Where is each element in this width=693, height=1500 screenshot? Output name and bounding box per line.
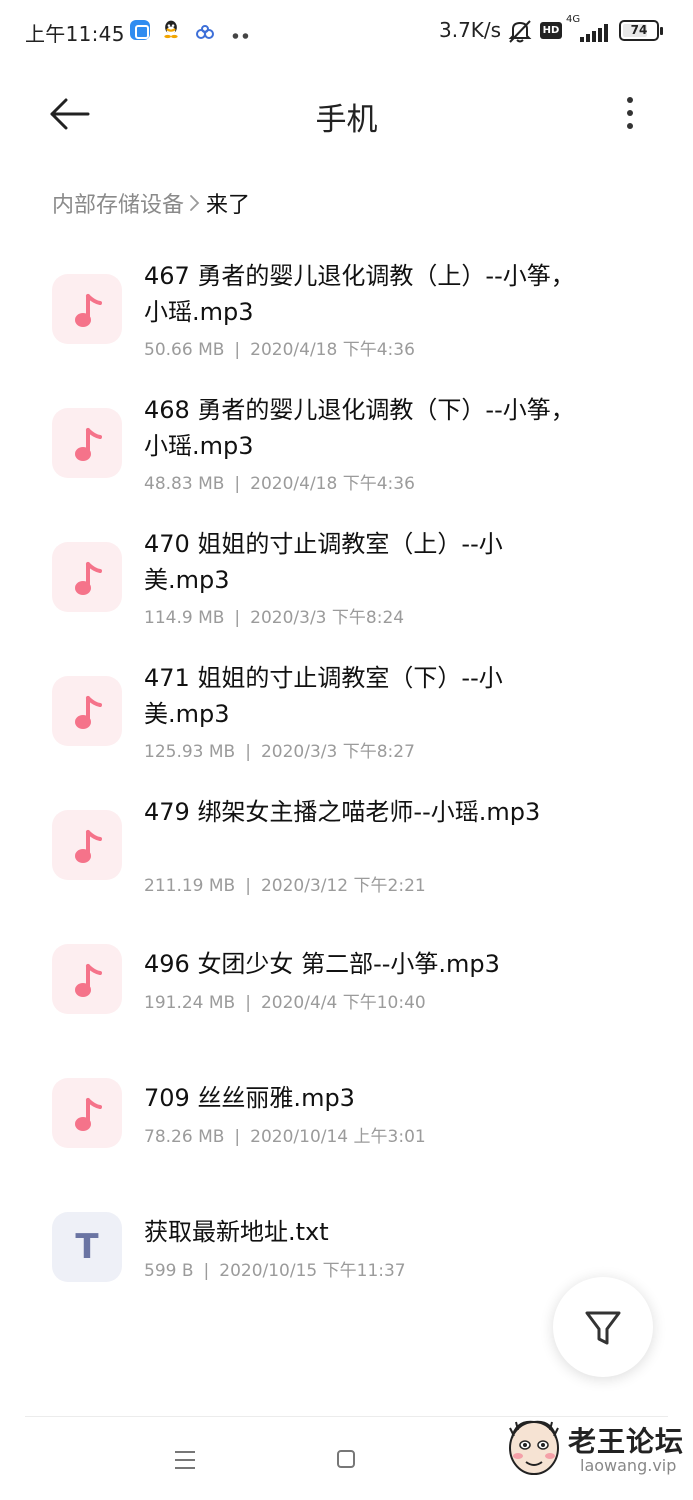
meta-separator: |: [245, 876, 251, 896]
file-meta: 191.24 MB | 2020/4/4 下午10:40: [144, 988, 426, 1013]
page-title: 手机: [315, 102, 378, 138]
qq-icon: [164, 20, 178, 39]
hd-badge: HD: [540, 22, 562, 39]
file-meta: 114.9 MB | 2020/3/3 下午8:24: [144, 603, 404, 628]
menu-button[interactable]: [168, 1448, 202, 1472]
file-date: 2020/4/18 下午4:36: [250, 474, 415, 494]
file-meta: 599 B | 2020/10/15 下午11:37: [144, 1256, 406, 1281]
file-size: 78.26 MB: [144, 1127, 225, 1147]
file-list-item[interactable]: 479 绑架女主播之喵老师--小瑶.mp3 211.19 MB | 2020/3/12…: [0, 776, 693, 896]
file-size: 125.93 MB: [144, 742, 236, 762]
more-options-button[interactable]: [612, 92, 648, 136]
file-date: 2020/4/18 下午4:36: [250, 340, 415, 360]
network-speed: 3.7K/s: [439, 18, 502, 42]
meta-separator: |: [234, 474, 241, 494]
music-note-icon: [52, 542, 122, 612]
more-vertical-icon: [627, 97, 633, 103]
file-name: 479 绑架女主播之喵老师--小瑶.mp3: [144, 798, 541, 826]
meta-separator: |: [234, 608, 241, 628]
file-name: 709 丝丝丽雅.mp3: [144, 1084, 355, 1112]
file-date: 2020/4/4 下午10:40: [260, 993, 426, 1013]
meta-separator: |: [245, 993, 251, 1013]
mute-bell-icon: [508, 20, 532, 43]
file-meta: 50.66 MB | 2020/4/18 下午4:36: [144, 335, 415, 360]
file-size: 211.19 MB: [144, 876, 236, 896]
status-bar: 上午11:45 3.7K/s HD 4G 74: [0, 0, 693, 62]
file-size: 191.24 MB: [144, 993, 236, 1013]
meta-separator: |: [234, 340, 241, 360]
filter-icon: [585, 1311, 621, 1345]
file-list-item[interactable]: 471 姐姐的寸止调教室（下）--小美.mp3 125.93 MB | 2020/3/…: [0, 642, 693, 762]
file-size: 48.83 MB: [144, 474, 225, 494]
cloud-app-icon: [196, 25, 214, 39]
music-note-icon: [52, 1078, 122, 1148]
music-note-icon: [52, 274, 122, 344]
meta-separator: |: [203, 1261, 210, 1281]
text-file-icon: T: [52, 1212, 122, 1282]
file-meta: 48.83 MB | 2020/4/18 下午4:36: [144, 469, 415, 494]
file-name: 496 女团少女 第二部--小筝.mp3: [144, 950, 500, 978]
more-notifications-icon: [232, 33, 249, 39]
meta-separator: |: [234, 1127, 241, 1147]
file-date: 2020/3/3 下午8:24: [250, 608, 405, 628]
file-meta: 125.93 MB | 2020/3/3 下午8:27: [144, 737, 415, 762]
watermark-avatar-icon: [509, 1420, 559, 1475]
breadcrumb-root[interactable]: 内部存储设备: [52, 187, 184, 219]
music-note-icon: [52, 676, 122, 746]
status-time: 上午11:45: [25, 22, 125, 46]
file-list-item[interactable]: 468 勇者的婴儿退化调教（下）--小筝，小瑶.mp3 48.83 MB | 2020…: [0, 374, 693, 494]
app-notification-icon: [130, 20, 150, 40]
battery-icon: 74: [619, 20, 663, 41]
music-note-icon: [52, 810, 122, 880]
watermark-title: 老王论坛: [568, 1425, 685, 1458]
watermark: 老王论坛 laowang.vip: [500, 1412, 690, 1494]
file-list-item[interactable]: 496 女团少女 第二部--小筝.mp3 191.24 MB | 2020/4/4 下…: [0, 910, 693, 1030]
home-icon: [337, 1450, 355, 1468]
filter-button[interactable]: [553, 1277, 653, 1377]
menu-icon: [175, 1451, 195, 1453]
watermark-url: laowang.vip: [580, 1456, 677, 1475]
file-list-item[interactable]: 467 勇者的婴儿退化调教（上）--小筝，小瑶.mp3 50.66 MB | 2020…: [0, 240, 693, 360]
file-name: 468 勇者的婴儿退化调教（下）--小筝，小瑶.mp3: [144, 396, 575, 460]
battery-level: 74: [630, 23, 648, 37]
file-size: 50.66 MB: [144, 340, 225, 360]
file-list-item[interactable]: 470 姐姐的寸止调教室（上）--小美.mp3 114.9 MB | 2020/3/3…: [0, 508, 693, 628]
file-name: 470 姐姐的寸止调教室（上）--小美.mp3: [144, 530, 503, 594]
file-name: 467 勇者的婴儿退化调教（上）--小筝，小瑶.mp3: [144, 262, 575, 326]
breadcrumb-current: 来了: [206, 193, 251, 218]
file-meta: 211.19 MB | 2020/3/12 下午2:21: [144, 871, 426, 896]
file-date: 2020/10/15 下午11:37: [219, 1261, 406, 1281]
home-button[interactable]: [328, 1443, 364, 1475]
file-date: 2020/3/3 下午8:27: [260, 742, 415, 762]
file-date: 2020/3/12 下午2:21: [260, 876, 426, 896]
file-date: 2020/10/14 上午3:01: [250, 1127, 426, 1147]
file-name: 获取最新地址.txt: [144, 1218, 329, 1246]
file-name: 471 姐姐的寸止调教室（下）--小美.mp3: [144, 664, 503, 728]
music-note-icon: [52, 408, 122, 478]
file-list-item[interactable]: 709 丝丝丽雅.mp3 78.26 MB | 2020/10/14 上午3:01: [0, 1044, 693, 1164]
chevron-right-icon: [190, 195, 200, 211]
meta-separator: |: [245, 742, 251, 762]
music-note-icon: [52, 944, 122, 1014]
breadcrumb: 内部存储设备 来了: [52, 187, 250, 219]
file-size: 114.9 MB: [144, 608, 225, 628]
file-size: 599 B: [144, 1261, 194, 1281]
file-meta: 78.26 MB | 2020/10/14 上午3:01: [144, 1122, 426, 1147]
signal-icon: [572, 22, 610, 42]
text-file-letter: T: [75, 1227, 99, 1267]
